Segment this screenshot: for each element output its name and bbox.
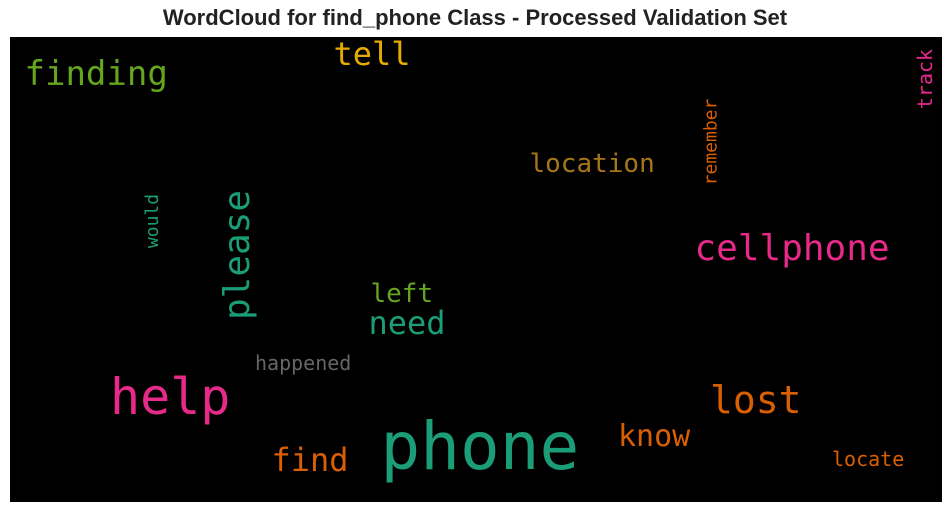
word-cellphone: cellphone bbox=[694, 228, 890, 269]
word-track: track bbox=[913, 48, 938, 110]
word-help: help bbox=[110, 368, 231, 426]
word-please: please bbox=[217, 189, 259, 321]
word-happened: happened bbox=[255, 351, 352, 375]
word-location: location bbox=[529, 149, 655, 179]
word-would: would bbox=[142, 193, 164, 249]
word-lost: lost bbox=[710, 378, 802, 422]
word-finding: finding bbox=[24, 54, 168, 94]
word-phone: phone bbox=[380, 408, 580, 485]
word-left: left bbox=[370, 279, 434, 309]
word-know: know bbox=[618, 419, 691, 454]
word-locate: locate bbox=[832, 447, 905, 471]
word-find: find bbox=[271, 441, 349, 479]
word-need: need bbox=[368, 304, 446, 342]
chart-title: WordCloud for find_phone Class - Process… bbox=[162, 5, 788, 30]
word-tell: tell bbox=[333, 37, 411, 73]
wordcloud-canvas: phone help cellphone lost please finding tell f… bbox=[10, 37, 942, 502]
word-remember: remember bbox=[699, 98, 721, 186]
